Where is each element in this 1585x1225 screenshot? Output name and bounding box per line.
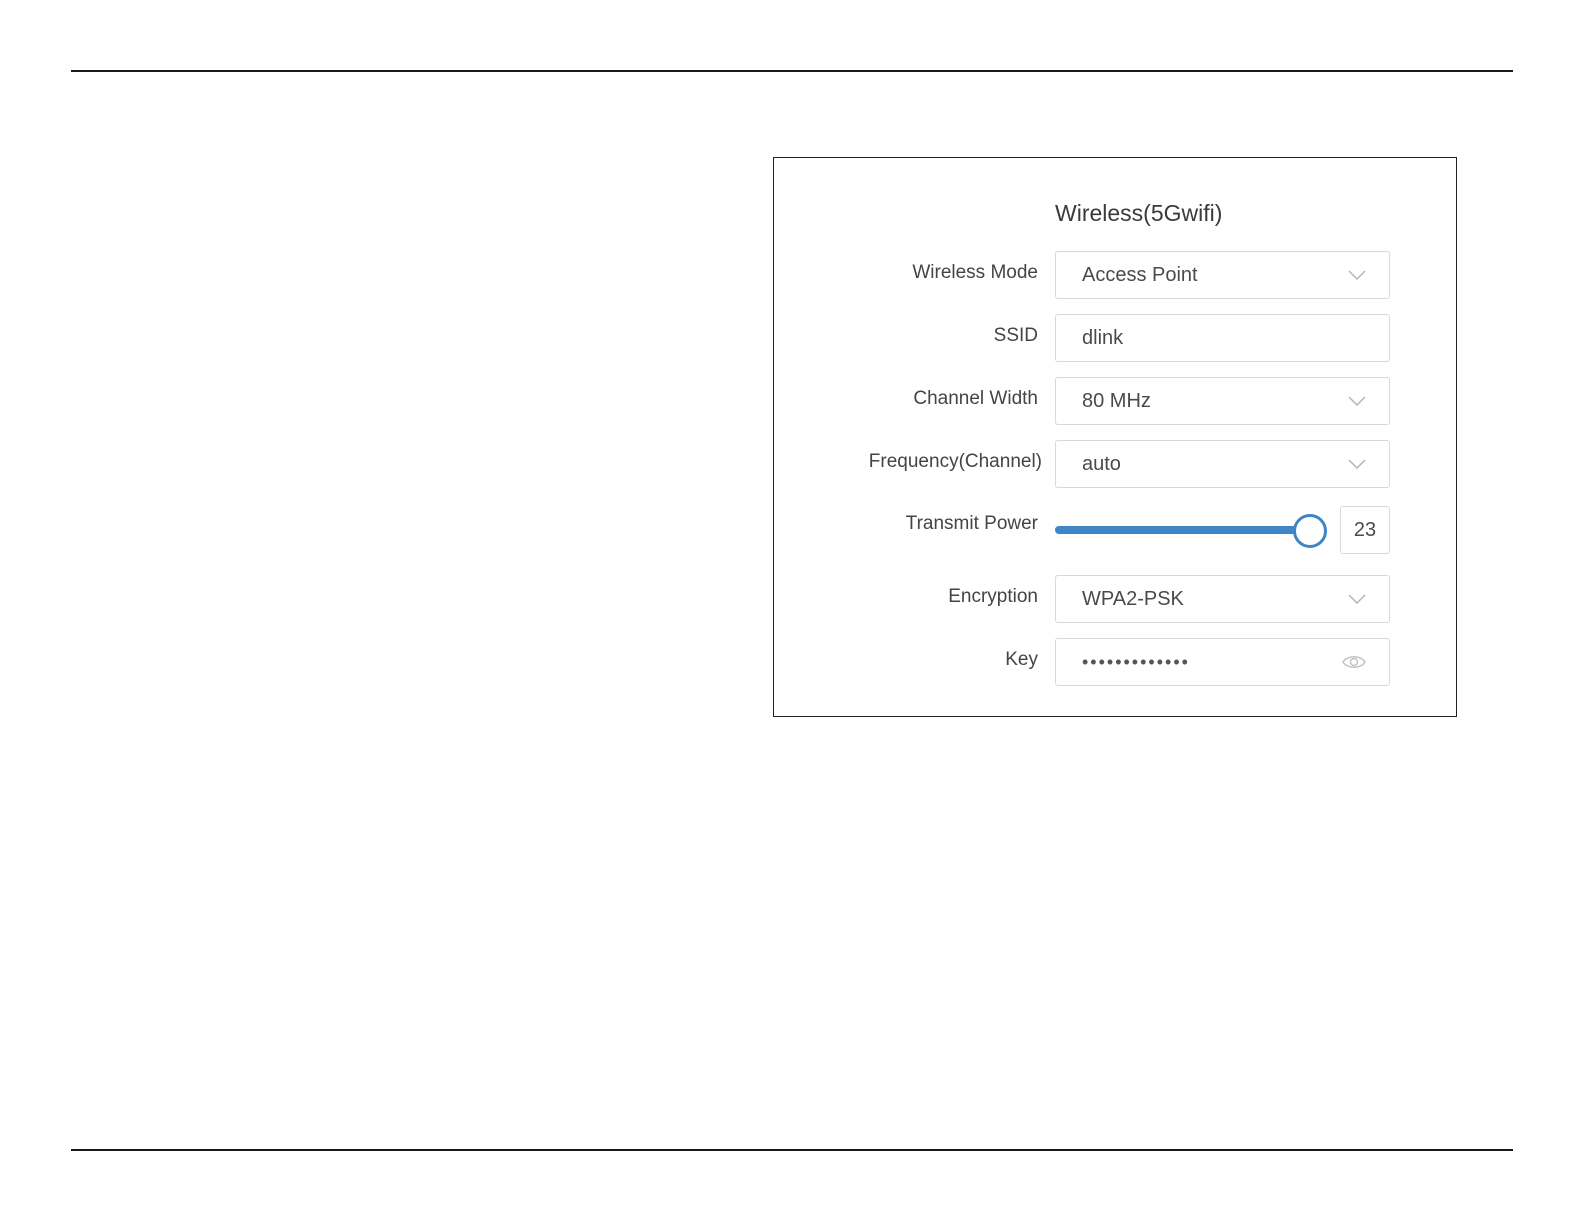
wireless-mode-label: Wireless Mode [912, 262, 1038, 283]
encryption-select[interactable]: WPA2-PSK [1055, 575, 1390, 623]
frequency-value: auto [1082, 452, 1121, 475]
encryption-label: Encryption [948, 586, 1038, 607]
encryption-value: WPA2-PSK [1082, 587, 1184, 610]
eye-icon[interactable] [1341, 654, 1367, 670]
bottom-divider [71, 1149, 1513, 1151]
key-input[interactable]: ••••••••••••• [1055, 638, 1390, 686]
channel-width-value: 80 MHz [1082, 389, 1151, 412]
channel-width-select[interactable]: 80 MHz [1055, 377, 1390, 425]
transmit-power-label: Transmit Power [905, 513, 1038, 534]
ssid-value: dlink [1082, 326, 1124, 349]
slider-fill [1055, 526, 1309, 534]
frequency-label: Frequency(Channel) [868, 451, 1042, 472]
transmit-power-slider[interactable] [1055, 513, 1327, 548]
chevron-down-icon [1347, 458, 1367, 470]
chevron-down-icon [1347, 269, 1367, 281]
top-divider [71, 70, 1513, 72]
ssid-input[interactable]: dlink [1055, 314, 1390, 362]
chevron-down-icon [1347, 593, 1367, 605]
panel-title: Wireless(5Gwifi) [1055, 200, 1223, 226]
slider-handle[interactable] [1293, 514, 1327, 548]
channel-width-label: Channel Width [913, 388, 1038, 409]
key-label: Key [1005, 649, 1038, 670]
chevron-down-icon [1347, 395, 1367, 407]
wireless-5g-settings-panel: Wireless(5Gwifi) Wireless Mode Access Po… [773, 157, 1457, 717]
frequency-select[interactable]: auto [1055, 440, 1390, 488]
ssid-label: SSID [993, 325, 1038, 346]
transmit-power-value: 23 [1353, 518, 1377, 541]
wireless-mode-select[interactable]: Access Point [1055, 251, 1390, 299]
transmit-power-value-box[interactable]: 23 [1340, 506, 1390, 554]
key-value: ••••••••••••• [1082, 651, 1190, 672]
wireless-mode-value: Access Point [1082, 263, 1198, 286]
